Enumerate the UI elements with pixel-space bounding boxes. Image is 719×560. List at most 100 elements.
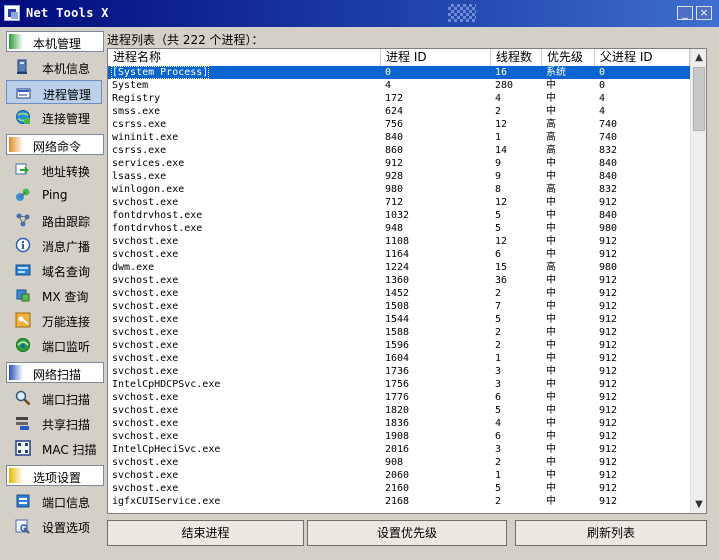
scroll-down-button[interactable]: ▼: [691, 496, 706, 513]
table-cell: fontdrvhost.exe: [108, 209, 381, 222]
table-row[interactable]: svchost.exe 2060 1 中 912: [108, 469, 690, 482]
cell-text: 中: [546, 314, 556, 325]
table-cell: [System Process]: [108, 66, 381, 79]
table-row[interactable]: svchost.exe 1736 3 中 912: [108, 365, 690, 378]
table-row[interactable]: IntelCpHeciSvc.exe 2016 3 中 912: [108, 443, 690, 456]
sidebar-item-label: 域名查询: [42, 265, 91, 279]
table-cell: 5: [491, 222, 542, 235]
table-row[interactable]: lsass.exe 928 9 中 840: [108, 170, 690, 183]
column-header-5[interactable]: 父进程 ID: [595, 49, 690, 66]
sidebar-item-3-1[interactable]: 端口扫描: [6, 386, 102, 410]
cell-text: 3: [495, 379, 502, 390]
table-row[interactable]: svchost.exe 1108 12 中 912: [108, 235, 690, 248]
table-row[interactable]: svchost.exe 1508 7 中 912: [108, 300, 690, 313]
process-table[interactable]: 进程名称 进程 ID 线程数 优先级 父进程 ID [System Process] 0 1…: [107, 48, 707, 514]
table-row[interactable]: svchost.exe 1908 6 中 912: [108, 430, 690, 443]
sidebar-item-2-8[interactable]: 端口监听: [6, 333, 102, 357]
sidebar-item-2-5[interactable]: 域名查询: [6, 258, 102, 282]
sidebar-item-3-2[interactable]: 共享扫描: [6, 411, 102, 435]
sidebar-item-2-6[interactable]: MX 查询: [6, 283, 102, 307]
sidebar-group-1[interactable]: 本机管理: [6, 31, 104, 52]
sidebar-item-1-3[interactable]: 连接管理: [6, 105, 102, 129]
table-cell: svchost.exe: [108, 248, 381, 261]
table-row[interactable]: svchost.exe 1544 5 中 912: [108, 313, 690, 326]
table-row[interactable]: svchost.exe 2160 5 中 912: [108, 482, 690, 495]
cell-text: 1032: [385, 210, 410, 221]
table-cell: 中: [542, 365, 595, 378]
refresh-list-button[interactable]: 刷新列表: [515, 520, 707, 546]
column-header-2[interactable]: 进程 ID: [381, 49, 491, 66]
table-row[interactable]: svchost.exe 712 12 中 912: [108, 196, 690, 209]
table-row[interactable]: wininit.exe 840 1 高 740: [108, 131, 690, 144]
cell-text: 1820: [385, 405, 410, 416]
table-row[interactable]: System 4 280 中 0: [108, 79, 690, 92]
table-row[interactable]: svchost.exe 908 2 中 912: [108, 456, 690, 469]
table-row[interactable]: igfxCUIService.exe 2168 2 中 912: [108, 495, 690, 508]
table-row[interactable]: csrss.exe 756 12 高 740: [108, 118, 690, 131]
table-row[interactable]: svchost.exe 1596 2 中 912: [108, 339, 690, 352]
sidebar-item-1-1[interactable]: 本机信息: [6, 55, 102, 79]
sidebar-group-2[interactable]: 网络命令: [6, 134, 104, 155]
table-row[interactable]: IntelCpHDCPSvc.exe 1756 3 中 912: [108, 378, 690, 391]
table-row[interactable]: services.exe 912 9 中 840: [108, 157, 690, 170]
set-priority-button[interactable]: 设置优先级: [307, 520, 507, 546]
table-row[interactable]: svchost.exe 1164 6 中 912: [108, 248, 690, 261]
end-process-button[interactable]: 结束进程: [107, 520, 304, 546]
table-cell: 928: [381, 170, 491, 183]
cell-text: svchost.exe: [112, 249, 179, 260]
column-header-3[interactable]: 线程数: [491, 49, 542, 66]
column-header-1[interactable]: 进程名称: [108, 49, 381, 66]
table-row[interactable]: svchost.exe 1588 2 中 912: [108, 326, 690, 339]
table-cell: 912: [595, 287, 690, 300]
table-cell: 4: [491, 92, 542, 105]
close-button[interactable]: ×: [696, 6, 712, 20]
table-row[interactable]: dwm.exe 1224 15 高 980: [108, 261, 690, 274]
cell-text: 1508: [385, 301, 410, 312]
table-row[interactable]: svchost.exe 1776 6 中 912: [108, 391, 690, 404]
table-row[interactable]: Registry 172 4 中 4: [108, 92, 690, 105]
table-cell: 712: [381, 196, 491, 209]
cell-text: 4: [495, 93, 502, 104]
sidebar-group-3[interactable]: 网络扫描: [6, 362, 104, 383]
table-body[interactable]: [System Process] 0 16 系统 0 System 4 280 中 0 Regist…: [108, 66, 690, 513]
table-row[interactable]: svchost.exe 1360 36 中 912: [108, 274, 690, 287]
table-row[interactable]: [System Process] 0 16 系统 0: [108, 66, 690, 79]
table-row[interactable]: fontdrvhost.exe 1032 5 中 840: [108, 209, 690, 222]
table-cell: 14: [491, 144, 542, 157]
sidebar-item-2-1[interactable]: 地址转换: [6, 158, 102, 182]
table-row[interactable]: svchost.exe 1452 2 中 912: [108, 287, 690, 300]
cell-text: 2: [495, 106, 502, 117]
cell-text: 912: [385, 158, 404, 169]
sidebar-item-2-3[interactable]: 路由跟踪: [6, 208, 102, 232]
sidebar-item-2-7[interactable]: 万能连接: [6, 308, 102, 332]
column-header-4[interactable]: 优先级: [542, 49, 595, 66]
scroll-thumb[interactable]: [693, 67, 705, 131]
sidebar-item-3-3[interactable]: MAC 扫描: [6, 436, 102, 460]
title-bar[interactable]: Net Tools X _ ×: [0, 0, 719, 27]
table-row[interactable]: winlogon.exe 980 8 高 832: [108, 183, 690, 196]
sidebar-item-2-4[interactable]: 消息广播: [6, 233, 102, 257]
table-cell: 中: [542, 326, 595, 339]
table-row[interactable]: svchost.exe 1604 1 中 912: [108, 352, 690, 365]
table-cell: 中: [542, 105, 595, 118]
table-row[interactable]: smss.exe 624 2 中 4: [108, 105, 690, 118]
cell-text: svchost.exe: [112, 288, 179, 299]
table-row[interactable]: fontdrvhost.exe 948 5 中 980: [108, 222, 690, 235]
sidebar-group-4[interactable]: 选项设置: [6, 465, 104, 486]
table-cell: 1164: [381, 248, 491, 261]
scroll-up-button[interactable]: ▲: [691, 49, 706, 66]
sidebar-item-4-2[interactable]: 设置选项: [6, 514, 102, 538]
cell-text: 0: [599, 67, 606, 78]
sidebar-item-4-1[interactable]: 端口信息: [6, 489, 102, 513]
sidebar-item-1-2[interactable]: 进程管理: [6, 80, 102, 104]
table-cell: winlogon.exe: [108, 183, 381, 196]
cell-text: 912: [599, 340, 618, 351]
key-connect-icon: [15, 312, 31, 328]
minimize-button[interactable]: _: [677, 6, 693, 20]
table-row[interactable]: svchost.exe 1820 5 中 912: [108, 404, 690, 417]
table-row[interactable]: svchost.exe 1836 4 中 912: [108, 417, 690, 430]
sidebar-item-2-2[interactable]: Ping: [6, 183, 102, 207]
table-cell: 中: [542, 209, 595, 222]
vertical-scrollbar[interactable]: ▲ ▼: [690, 49, 706, 513]
table-row[interactable]: csrss.exe 860 14 高 832: [108, 144, 690, 157]
